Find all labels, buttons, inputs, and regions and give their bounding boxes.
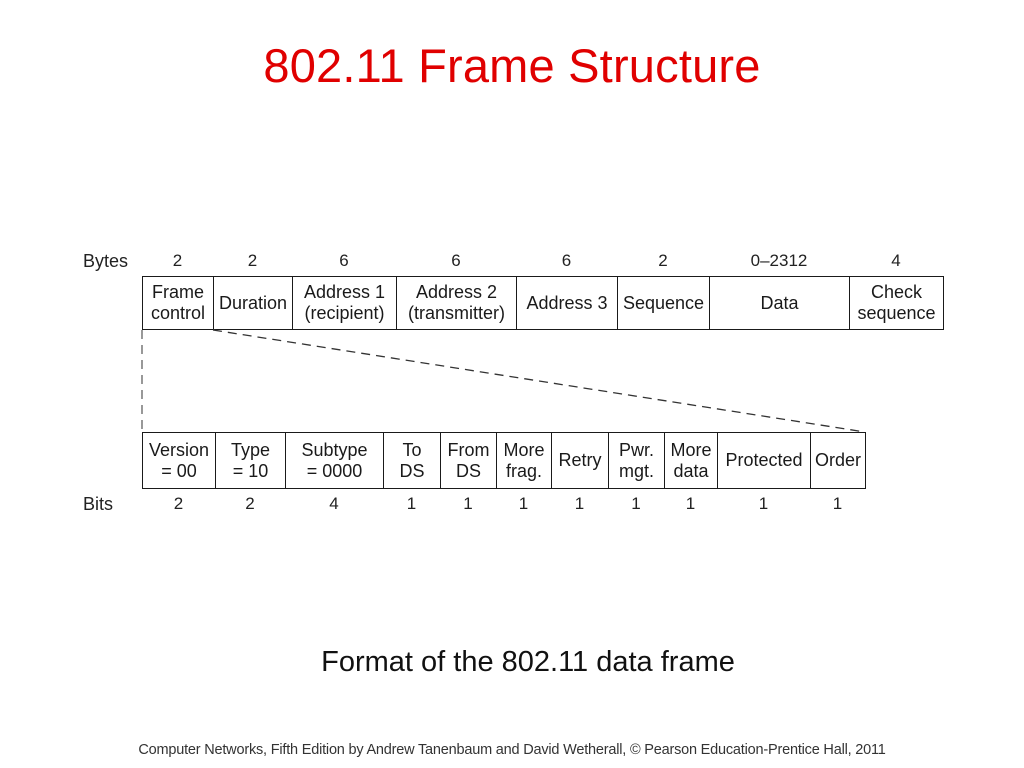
frame-control-field: To DS: [383, 432, 441, 489]
frame-control-field-size: 1: [518, 494, 529, 513]
frame-control-field-label: Version = 00: [148, 439, 210, 481]
frame-control-field: Order: [810, 432, 866, 489]
frame-control-field: More frag.: [496, 432, 552, 489]
frame-control-field-size: 1: [574, 494, 585, 513]
frame-control-field-size: 2: [245, 494, 255, 513]
frame-control-field-label: Type = 10: [230, 439, 271, 481]
expansion-line-right: [212, 329, 866, 433]
frame-control-field: Version = 00: [142, 432, 216, 489]
frame-control-field: Retry: [551, 432, 609, 489]
frame-control-field-size: 4: [329, 494, 339, 513]
frame-control-field: Subtype = 0000: [285, 432, 384, 489]
frame-control-field: Type = 10: [215, 432, 286, 489]
frame-control-field-size: 1: [685, 494, 696, 513]
frame-control-field: Pwr. mgt.: [608, 432, 665, 489]
frame-control-field-size: 1: [832, 494, 843, 513]
frame-control-field-label: Pwr. mgt.: [618, 439, 654, 481]
frame-control-field-label: Protected: [725, 450, 803, 470]
frame-control-field-label: Order: [814, 450, 861, 470]
frame-control-field: From DS: [440, 432, 497, 489]
frame-control-field-size: 1: [406, 494, 417, 513]
figure-caption: Format of the 802.11 data frame: [321, 646, 735, 678]
frame-control-field-label: To DS: [399, 439, 425, 481]
frame-control-field: Protected: [717, 432, 811, 489]
frame-control-field-size: 2: [173, 494, 184, 513]
source-credit: Computer Networks, Fifth Edition by Andr…: [138, 742, 886, 758]
frame-control-field-label: More frag.: [503, 439, 545, 481]
frame-control-field-size: 1: [758, 494, 769, 513]
frame-control-field-label: From DS: [447, 439, 490, 481]
bits-label: Bits: [83, 494, 114, 514]
frame-control-field-label: More data: [670, 439, 712, 481]
frame-control-field-label: Retry: [558, 450, 602, 470]
frame-control-field-size: 1: [631, 494, 641, 513]
frame-control-field: More data: [664, 432, 718, 489]
frame-control-field-label: Subtype = 0000: [301, 439, 368, 481]
frame-control-field-size: 1: [463, 494, 473, 513]
